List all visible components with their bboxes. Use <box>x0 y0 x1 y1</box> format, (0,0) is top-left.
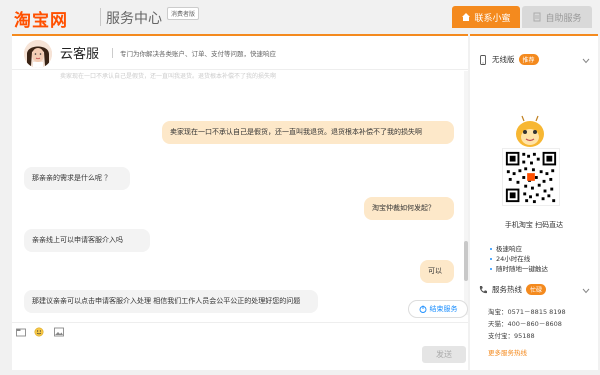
tab-contact-label: 联系小蜜 <box>474 13 511 24</box>
hotline-label: 淘宝： <box>488 308 508 316</box>
document-icon <box>533 12 541 22</box>
message-bubble-user: 淘宝仲裁如何发起？ <box>364 197 454 220</box>
more-hotlines-link[interactable]: 更多服务热线 <box>488 347 527 357</box>
agent-name: 云客服 <box>60 47 100 62</box>
end-service-button[interactable]: 结束服务 <box>408 300 468 318</box>
feature-item: 24小时在线 <box>490 254 548 264</box>
message-bubble-agent: 亲亲线上可以申请客服介入吗 <box>24 229 150 252</box>
consumer-badge: 消费者版 <box>167 7 200 20</box>
message-bubble-agent: 那亲亲的需求是什么呢 ？ <box>24 167 130 190</box>
send-button[interactable]: 发送 <box>422 346 466 363</box>
busy-badge: 忙碌 <box>526 284 547 295</box>
hotline-number: 400－860－8608 <box>507 320 562 328</box>
message-input[interactable] <box>16 340 416 368</box>
folder-icon[interactable] <box>16 327 26 337</box>
message-bubble-user: 可以 <box>420 260 454 283</box>
recommend-badge: 推荐 <box>518 54 539 65</box>
wireless-title: 无线版 <box>492 55 515 64</box>
emoji-icon[interactable] <box>34 327 44 337</box>
chevron-down-icon[interactable] <box>582 58 590 64</box>
hotline-number: 0571－8815 8198 <box>507 308 566 316</box>
chat-panel: 云客服 专门为你解决各类账户、订单、支付等问题，快速响应 卖家现在一口不承认自己… <box>12 34 468 370</box>
tab-contact-assistant[interactable]: 联系小蜜 <box>452 6 520 28</box>
top-bar: 淘宝网 服务中心 消费者版 联系小蜜 自助服务 <box>0 0 600 34</box>
agent-avatar <box>24 40 52 68</box>
faded-message-text: 卖家现在一口不承认自己是假货，还一直叫我退货。退货根本补偿不了我的损失啊 <box>60 73 277 80</box>
message-bubble-agent: 那建议亲亲可以点击申请客服介入处理 相信我们工作人员会公平公正的处理好您的问题 <box>24 290 318 313</box>
tab-self-label: 自助服务 <box>545 13 582 24</box>
hotline-label: 天猫： <box>488 320 508 328</box>
input-toolbar <box>12 322 468 338</box>
message-list[interactable]: 卖家现在一口不承认自己是假货，还一直叫我退货。退货根本补偿不了我的损失啊 卖家现… <box>12 71 464 315</box>
scrollbar-thumb[interactable] <box>464 241 468 281</box>
mascot-icon <box>516 115 544 147</box>
phone-icon <box>480 54 486 65</box>
wireless-section-header[interactable]: 无线版 推荐 <box>478 54 539 65</box>
phone-call-icon <box>479 285 487 293</box>
side-panel: 无线版 推荐 手机淘宝 扫码直达 极速响应 24小时在线 随时随地一键触达 服务… <box>470 34 598 370</box>
hotline-item: 天猫：400－860－8608 <box>488 318 566 330</box>
logo-divider <box>100 8 101 26</box>
qr-code <box>502 148 560 206</box>
hotline-label: 支付宝： <box>488 332 514 340</box>
power-icon <box>419 305 426 313</box>
hotline-item: 支付宝：95188 <box>488 330 566 342</box>
page-title: 服务中心 <box>106 11 162 27</box>
home-icon <box>462 13 471 21</box>
hotline-item: 淘宝：0571－8815 8198 <box>488 306 566 318</box>
message-bubble-user: 卖家现在一口不承认自己是假货，还一直叫我退货。退货根本补偿不了我的损失啊 <box>162 121 454 144</box>
end-service-label: 结束服务 <box>429 305 458 313</box>
header-divider <box>112 48 113 58</box>
tab-self-service[interactable]: 自助服务 <box>522 6 592 28</box>
chat-header: 云客服 专门为你解决各类账户、订单、支付等问题，快速响应 <box>12 36 468 70</box>
hotline-section-header[interactable]: 服务热线 忙碌 <box>478 284 547 295</box>
chevron-down-icon[interactable] <box>582 288 590 294</box>
taobao-logo[interactable]: 淘宝网 <box>14 6 68 31</box>
feature-item: 极速响应 <box>490 244 548 254</box>
image-icon[interactable] <box>54 327 64 337</box>
qr-caption: 手机淘宝 扫码直达 <box>504 221 564 229</box>
hotline-list: 淘宝：0571－8815 8198 天猫：400－860－8608 支付宝：95… <box>488 306 566 342</box>
hotline-number: 95188 <box>514 332 535 340</box>
hotline-title: 服务热线 <box>492 285 522 294</box>
avatar-icon <box>24 40 52 68</box>
feature-list: 极速响应 24小时在线 随时随地一键触达 <box>490 244 548 274</box>
feature-item: 随时随地一键触达 <box>490 264 548 274</box>
agent-description: 专门为你解决各类账户、订单、支付等问题，快速响应 <box>120 50 276 58</box>
